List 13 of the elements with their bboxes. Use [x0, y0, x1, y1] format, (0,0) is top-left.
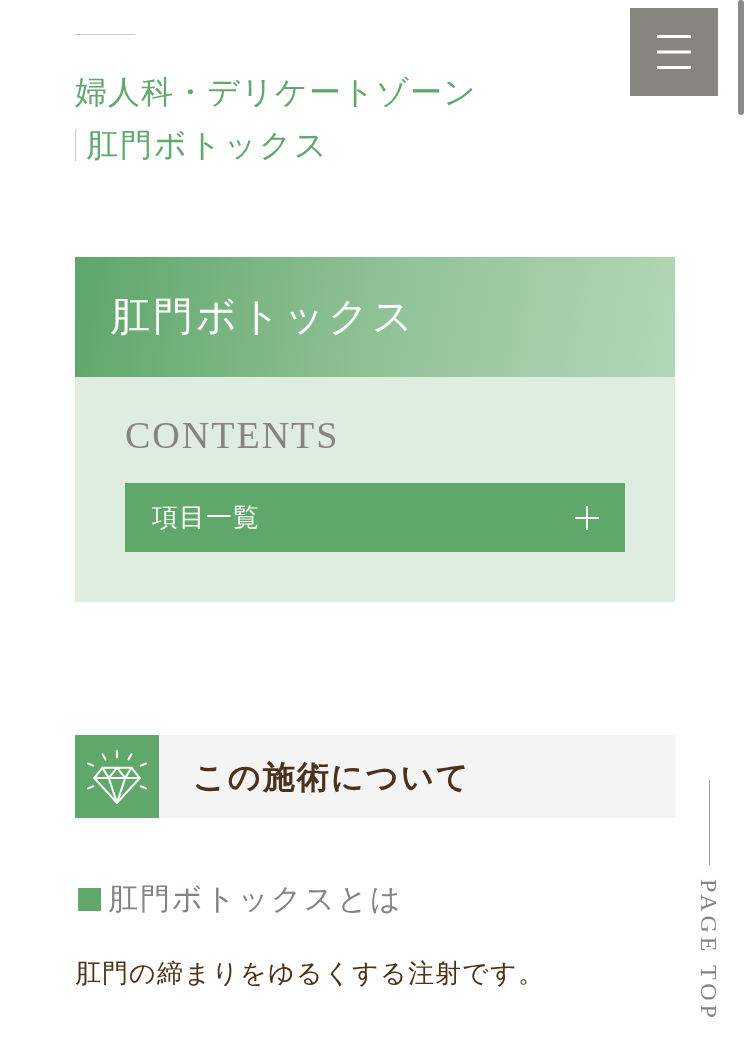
square-marker-icon: [78, 887, 101, 911]
contents-heading: CONTENTS: [125, 415, 340, 455]
page-title: 肛門ボトックス: [110, 293, 416, 341]
page-top-link[interactable]: PAGE TOP: [696, 879, 722, 1022]
breadcrumb-current: 肛門ボトックス: [85, 128, 329, 162]
contents-toggle-button[interactable]: 項目一覧: [125, 483, 625, 552]
section-body-text: 肛門の締まりをゆるくする注射です。: [75, 958, 545, 990]
section-heading: この施術について: [193, 757, 471, 797]
section-subheading: 肛門ボトックスとは: [108, 881, 403, 917]
menu-button[interactable]: [630, 8, 718, 96]
menu-icon: [657, 35, 691, 69]
breadcrumb-category[interactable]: 婦人科・デリケートゾーン: [75, 67, 477, 117]
scrollbar[interactable]: [738, 0, 744, 115]
